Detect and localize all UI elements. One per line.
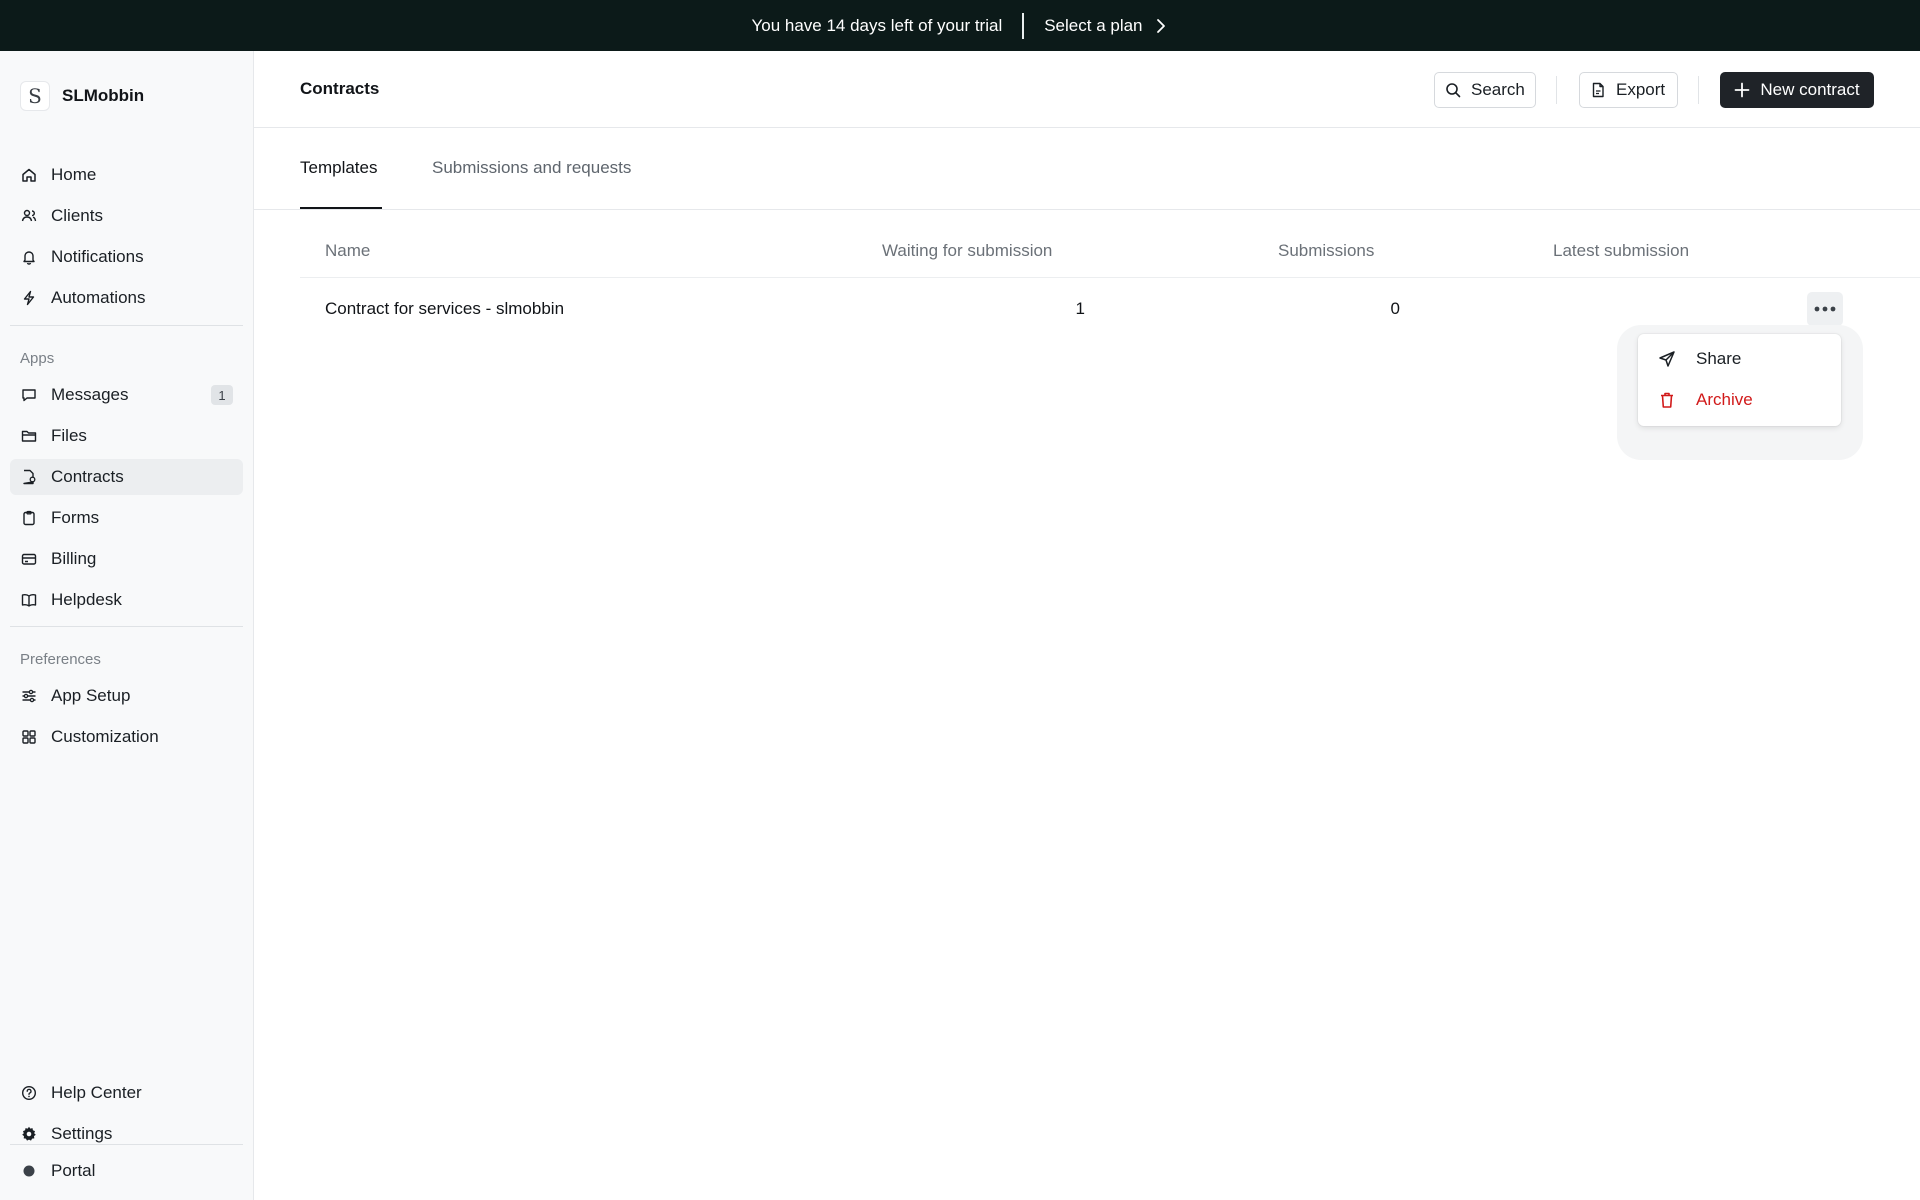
sidebar-item-label: Helpdesk: [51, 590, 122, 609]
sidebar-item-label: Help Center: [51, 1083, 142, 1102]
sidebar-item-notifications[interactable]: Notifications: [10, 239, 243, 275]
clipboard-icon: [20, 510, 37, 527]
home-icon: [20, 167, 37, 184]
plus-icon: [1734, 82, 1750, 98]
preferences-section-label: Preferences: [20, 651, 101, 668]
cell-submissions: 0: [1390, 299, 1400, 318]
tab-bar: Templates Submissions and requests: [254, 128, 1920, 210]
select-plan-link[interactable]: Select a plan: [1044, 16, 1168, 36]
sidebar-item-help-center[interactable]: Help Center: [10, 1075, 243, 1111]
sidebar-item-home[interactable]: Home: [10, 157, 243, 193]
sidebar-item-label: Portal: [51, 1161, 96, 1180]
menu-item-archive[interactable]: Archive: [1658, 390, 1753, 410]
sidebar-item-label: Billing: [51, 549, 97, 568]
dot-icon: [20, 1163, 37, 1180]
column-header-name[interactable]: Name: [325, 241, 370, 261]
workspace-switcher[interactable]: S SLMobbin: [20, 81, 144, 111]
banner-divider: [1022, 12, 1025, 39]
sidebar-item-label: Automations: [51, 288, 146, 307]
row-actions-button[interactable]: [1807, 292, 1843, 326]
row-actions-menu: Share Archive: [1638, 334, 1841, 426]
search-icon: [1446, 83, 1461, 98]
sidebar-item-automations[interactable]: Automations: [10, 280, 243, 316]
cell-name: Contract for services - slmobbin: [325, 299, 565, 318]
sidebar-item-portal[interactable]: Portal: [10, 1153, 243, 1189]
trash-icon: [1661, 392, 1673, 408]
search-button[interactable]: Search: [1434, 72, 1536, 108]
folder-icon: [20, 428, 37, 445]
sidebar-divider: [10, 626, 243, 627]
brand-logo: S: [20, 81, 50, 111]
sidebar-item-files[interactable]: Files: [10, 418, 243, 454]
sidebar-item-customization[interactable]: Customization: [10, 719, 243, 755]
header-divider: [1698, 76, 1699, 104]
page-title: Contracts: [300, 79, 380, 98]
sidebar-item-clients[interactable]: Clients: [10, 198, 243, 234]
column-header-submissions[interactable]: Submissions: [1278, 241, 1374, 261]
chevron-right-icon: [1156, 18, 1165, 33]
table-header: Name Waiting for submission Submissions …: [300, 210, 1920, 278]
tab-templates[interactable]: Templates: [300, 158, 377, 178]
export-button[interactable]: Export: [1579, 72, 1678, 108]
sidebar-item-app-setup[interactable]: App Setup: [10, 678, 243, 714]
page-header: Contracts Search Export New contract: [254, 51, 1920, 128]
help-circle-icon: [20, 1085, 37, 1102]
sidebar-item-label: Clients: [51, 206, 103, 225]
tab-submissions-and-requests[interactable]: Submissions and requests: [432, 158, 631, 178]
users-icon: [20, 208, 37, 225]
sidebar-item-label: Contracts: [51, 467, 124, 486]
menu-item-archive-label: Archive: [1696, 390, 1753, 409]
brand-name: SLMobbin: [62, 86, 145, 105]
more-horizontal-icon: [1814, 306, 1836, 312]
lightning-icon: [20, 290, 37, 307]
column-header-waiting[interactable]: Waiting for submission: [882, 241, 1052, 261]
sidebar-item-settings[interactable]: Settings: [10, 1116, 243, 1152]
sidebar-item-label: Files: [51, 426, 87, 445]
sidebar-item-messages[interactable]: Messages 1: [10, 377, 243, 413]
menu-item-share[interactable]: Share: [1658, 349, 1741, 369]
file-icon: [1592, 82, 1604, 98]
send-icon: [1659, 351, 1675, 367]
sidebar-item-helpdesk[interactable]: Helpdesk: [10, 582, 243, 618]
unread-count-badge: 1: [211, 385, 233, 405]
sidebar-item-forms[interactable]: Forms: [10, 500, 243, 536]
contract-icon: [20, 469, 37, 486]
gear-icon: [20, 1126, 37, 1143]
menu-item-share-label: Share: [1696, 349, 1742, 368]
sidebar-item-label: Settings: [51, 1124, 113, 1143]
export-button-label: Export: [1616, 80, 1666, 99]
sidebar-item-label: Notifications: [51, 247, 144, 266]
sidebar-item-label: Forms: [51, 508, 100, 527]
trial-banner: You have 14 days left of your trial Sele…: [0, 0, 1920, 51]
message-icon: [20, 387, 37, 404]
grid-icon: [20, 729, 37, 746]
apps-section-label: Apps: [20, 350, 55, 367]
credit-card-icon: [20, 551, 37, 568]
new-contract-label: New contract: [1760, 80, 1860, 99]
cell-waiting: 1: [1075, 299, 1085, 318]
column-header-latest-submission[interactable]: Latest submission: [1553, 241, 1689, 261]
sidebar-item-label: Messages: [51, 385, 129, 404]
book-icon: [20, 592, 37, 609]
header-divider: [1556, 76, 1557, 104]
sidebar-item-billing[interactable]: Billing: [10, 541, 243, 577]
trial-text: You have 14 days left of your trial: [751, 15, 1003, 35]
sidebar-divider: [10, 325, 243, 326]
sidebar-item-label: Customization: [51, 727, 159, 746]
new-contract-button[interactable]: New contract: [1720, 72, 1874, 108]
sidebar-item-label: Home: [51, 165, 97, 184]
active-tab-indicator: [300, 207, 382, 209]
sidebar: S SLMobbin Home Clients Notifications Au…: [0, 51, 254, 1200]
search-button-label: Search: [1471, 80, 1525, 99]
sliders-icon: [20, 688, 37, 705]
select-plan-label: Select a plan: [1044, 15, 1143, 35]
sidebar-item-label: App Setup: [51, 686, 131, 705]
bell-icon: [20, 249, 37, 266]
sidebar-item-contracts[interactable]: Contracts: [10, 459, 243, 495]
sidebar-divider: [10, 1144, 243, 1145]
